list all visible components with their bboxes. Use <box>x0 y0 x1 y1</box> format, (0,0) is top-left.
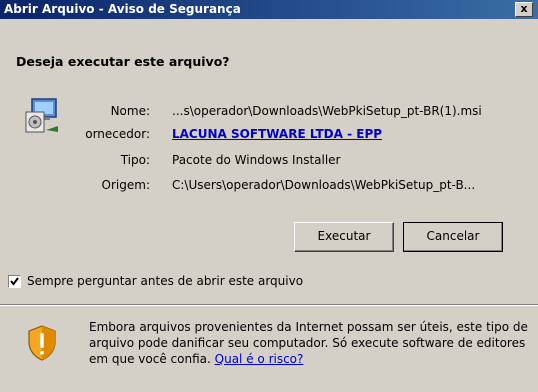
cancel-button[interactable]: Cancelar <box>403 222 503 252</box>
origin-label: Origem: <box>101 178 150 192</box>
risk-link[interactable]: Qual é o risco? <box>215 352 304 366</box>
origin-value: C:\Users\operador\Downloads\WebPkiSetup_… <box>172 178 476 192</box>
shield-warning-icon <box>28 325 56 361</box>
checkmark-icon <box>10 277 19 286</box>
type-value: Pacote do Windows Installer <box>172 153 341 167</box>
name-label: Nome: <box>110 104 150 118</box>
close-button[interactable]: x <box>515 2 533 17</box>
warning-message: Embora arquivos provenientes da Internet… <box>89 319 529 367</box>
window-title: Abrir Arquivo - Aviso de Segurança <box>4 2 241 16</box>
publisher-link[interactable]: LACUNA SOFTWARE LTDA - EPP <box>172 127 382 141</box>
execute-button[interactable]: Executar <box>294 222 394 252</box>
always-ask-label[interactable]: Sempre perguntar antes de abrir este arq… <box>27 274 303 288</box>
close-icon: x <box>520 2 528 15</box>
name-value: ...s\operador\Downloads\WebPkiSetup_pt-B… <box>172 104 482 118</box>
warning-text: Embora arquivos provenientes da Internet… <box>89 320 528 366</box>
type-label: Tipo: <box>120 153 150 167</box>
publisher-label: ornecedor: <box>85 127 150 141</box>
dialog-question: Deseja executar este arquivo? <box>16 54 230 69</box>
always-ask-checkbox[interactable] <box>8 275 21 288</box>
title-bar[interactable]: Abrir Arquivo - Aviso de Segurança x <box>0 0 538 19</box>
separator <box>0 304 538 306</box>
